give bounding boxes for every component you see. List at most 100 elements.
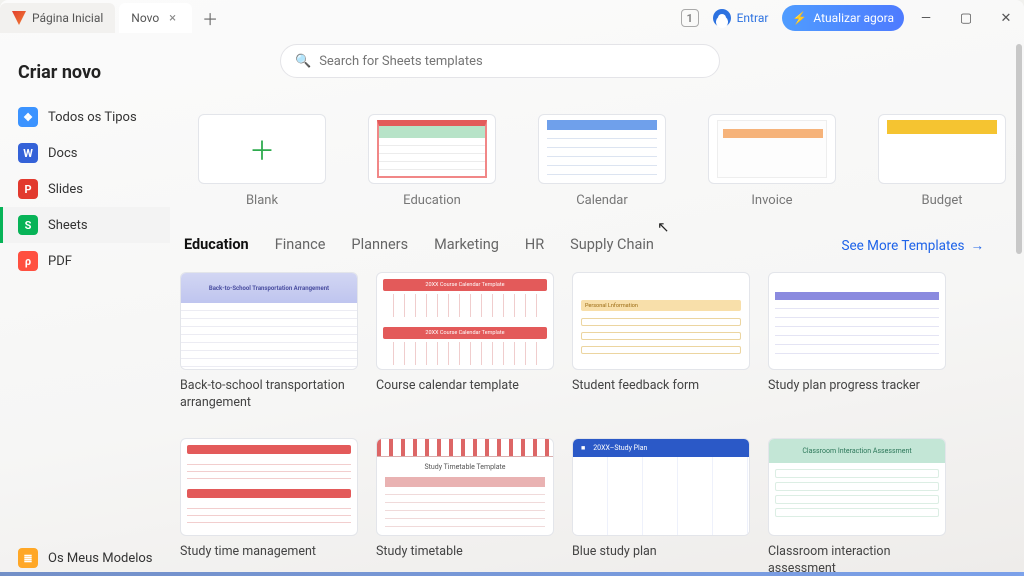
- template-thumb: Study Timetable Template: [376, 438, 554, 536]
- budget-thumb: [878, 114, 1006, 184]
- sidebar-item-slides[interactable]: P Slides: [0, 171, 170, 207]
- new-tab-button[interactable]: ＋: [196, 4, 224, 32]
- template-label: Back-to-school transportation arrangemen…: [180, 378, 358, 412]
- cat-finance[interactable]: Finance: [275, 236, 326, 256]
- sheets-icon: S: [18, 215, 38, 235]
- window-mode-icon[interactable]: 1: [681, 9, 699, 27]
- sidebar-item-sheets[interactable]: S Sheets: [0, 207, 170, 243]
- main: 🔍 ＋ Blank Education Calendar: [170, 36, 1024, 576]
- minimize-button[interactable]: ―: [908, 0, 944, 36]
- template-label: Study plan progress tracker: [768, 378, 946, 395]
- template-label: Blue study plan: [572, 544, 750, 561]
- thumb-header: 20XX–Study Plan: [593, 444, 647, 452]
- tpl-progress-tracker[interactable]: Study Plan Progress Tracker Study plan p…: [768, 272, 946, 412]
- search-field[interactable]: [319, 54, 705, 69]
- tpl-course-calendar[interactable]: 20XX Course Calendar Template 20XX Cours…: [376, 272, 554, 412]
- close-icon[interactable]: ×: [165, 11, 180, 26]
- cursor-icon: ↖: [657, 218, 670, 236]
- sidebar-item-my-templates[interactable]: ≣ Os Meus Modelos: [0, 540, 170, 576]
- vertical-scrollbar[interactable]: [1014, 36, 1022, 466]
- template-thumb: Back-to-School Transportation Arrangemen…: [180, 272, 358, 370]
- template-label: Study time management: [180, 544, 358, 561]
- template-label: Student feedback form: [572, 378, 750, 395]
- cat-hr[interactable]: HR: [525, 236, 544, 256]
- my-templates-icon: ≣: [18, 548, 38, 568]
- quick-education[interactable]: Education: [368, 114, 496, 208]
- template-thumb: Student Feedback Form Personal Lnformati…: [572, 272, 750, 370]
- arrow-right-icon: →: [971, 238, 985, 254]
- quick-label: Budget: [878, 193, 1006, 208]
- quick-label: Education: [368, 193, 496, 208]
- sidebar-item-label: PDF: [48, 254, 72, 269]
- tab-home[interactable]: Página Inicial: [0, 3, 115, 33]
- invoice-thumb: [708, 114, 836, 184]
- cat-education[interactable]: Education: [184, 236, 249, 256]
- thumb-header: Study Timetable Template: [377, 463, 553, 471]
- sidebar: Criar novo ❖ Todos os Tipos W Docs P Sli…: [0, 36, 170, 576]
- cat-supplychain[interactable]: Supply Chain: [570, 236, 654, 256]
- search-icon: 🔍: [295, 54, 311, 69]
- calendar-thumb: [538, 114, 666, 184]
- cat-marketing[interactable]: Marketing: [434, 236, 499, 256]
- thumb-header: Student Feedback Form: [573, 273, 749, 288]
- quick-label: Invoice: [708, 193, 836, 208]
- sidebar-item-label: Docs: [48, 146, 77, 161]
- login-button[interactable]: Entrar: [703, 5, 779, 31]
- thumb-header: 20XX Course Calendar Template: [383, 279, 547, 291]
- quick-budget[interactable]: Budget: [878, 114, 1006, 208]
- tpl-student-feedback[interactable]: Student Feedback Form Personal Lnformati…: [572, 272, 750, 412]
- close-button[interactable]: ✕: [988, 0, 1024, 36]
- quick-invoice[interactable]: Invoice: [708, 114, 836, 208]
- thumb-header: Study Plan Progress Tracker: [775, 279, 939, 288]
- education-thumb: [368, 114, 496, 184]
- thumb-section: Personal Lnformation: [581, 300, 741, 311]
- tpl-blue-study-plan[interactable]: ■20XX–Study Plan Blue study plan: [572, 438, 750, 576]
- template-thumb: Study Plan Progress Tracker: [768, 272, 946, 370]
- see-more-label: See More Templates: [841, 238, 964, 254]
- tpl-study-timetable[interactable]: Study Timetable Template Study timetable: [376, 438, 554, 576]
- bolt-icon: ⚡: [792, 11, 807, 25]
- see-more-link[interactable]: See More Templates →: [841, 238, 992, 254]
- sidebar-item-all[interactable]: ❖ Todos os Tipos: [0, 99, 170, 135]
- tpl-classroom-assessment[interactable]: Classroom Interaction Assessment Classro…: [768, 438, 946, 576]
- template-thumb: Classroom Interaction Assessment: [768, 438, 946, 536]
- slides-icon: P: [18, 179, 38, 199]
- template-label: Course calendar template: [376, 378, 554, 395]
- search-input[interactable]: 🔍: [280, 44, 720, 78]
- quick-calendar[interactable]: Calendar: [538, 114, 666, 208]
- page-title: Criar novo: [0, 44, 170, 99]
- template-thumb: ■20XX–Study Plan: [572, 438, 750, 536]
- template-thumb: [180, 438, 358, 536]
- sidebar-item-label: Os Meus Modelos: [48, 551, 153, 566]
- avatar-icon: [713, 9, 731, 27]
- all-types-icon: ❖: [18, 107, 38, 127]
- thumb-header: Back-to-School Transportation Arrangemen…: [181, 273, 357, 303]
- cat-planners[interactable]: Planners: [351, 236, 408, 256]
- sidebar-item-docs[interactable]: W Docs: [0, 135, 170, 171]
- quick-start-row: ＋ Blank Education Calendar Invoice: [198, 114, 992, 208]
- blank-thumb: ＋: [198, 114, 326, 184]
- login-label: Entrar: [737, 11, 769, 25]
- taskbar-hint: [0, 572, 1024, 576]
- upgrade-label: Atualizar agora: [813, 11, 894, 25]
- template-grid: Back-to-School Transportation Arrangemen…: [180, 272, 992, 576]
- category-row: Education Finance Planners Marketing HR …: [180, 236, 992, 256]
- thumb-header: Classroom Interaction Assessment: [769, 439, 945, 463]
- sidebar-item-label: Slides: [48, 182, 83, 197]
- titlebar: Página Inicial Novo × ＋ 1 Entrar ⚡ Atual…: [0, 0, 1024, 36]
- docs-icon: W: [18, 143, 38, 163]
- pdf-icon: ρ: [18, 251, 38, 271]
- tpl-study-time-management[interactable]: Study time management: [180, 438, 358, 576]
- sidebar-item-label: Sheets: [48, 218, 88, 233]
- tab-new[interactable]: Novo ×: [119, 3, 192, 33]
- tpl-back-to-school[interactable]: Back-to-School Transportation Arrangemen…: [180, 272, 358, 412]
- sidebar-item-label: Todos os Tipos: [48, 110, 137, 125]
- template-thumb: 20XX Course Calendar Template 20XX Cours…: [376, 272, 554, 370]
- maximize-button[interactable]: ▢: [948, 0, 984, 36]
- quick-blank[interactable]: ＋ Blank: [198, 114, 326, 208]
- template-label: Study timetable: [376, 544, 554, 561]
- upgrade-button[interactable]: ⚡ Atualizar agora: [782, 5, 904, 31]
- quick-label: Blank: [198, 193, 326, 208]
- tab-home-label: Página Inicial: [32, 11, 103, 25]
- sidebar-item-pdf[interactable]: ρ PDF: [0, 243, 170, 279]
